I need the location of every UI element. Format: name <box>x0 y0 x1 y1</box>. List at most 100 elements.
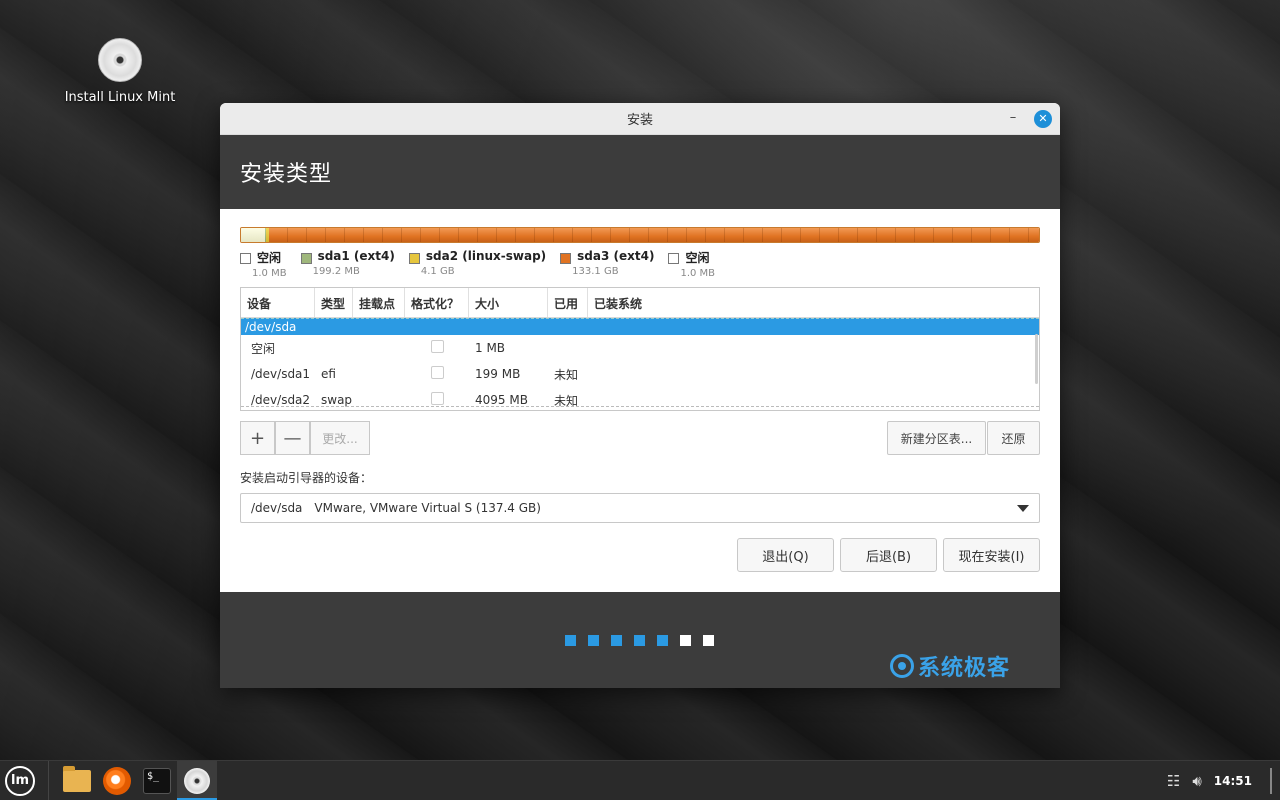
column-header-device[interactable]: 设备 <box>241 288 315 317</box>
firefox-launcher[interactable] <box>97 761 137 800</box>
network-icon[interactable]: ☷ <box>1167 772 1180 790</box>
watermark-text: 系统极客 <box>917 656 1010 681</box>
partition-bar-free <box>241 228 265 242</box>
column-header-format[interactable]: 格式化？ <box>405 288 469 317</box>
window-footer: 系统极客 <box>220 592 1060 688</box>
partition-table[interactable]: 设备 类型 挂载点 格式化？ 大小 已用 已装系统 /dev/sda 空闲 1 … <box>240 287 1040 411</box>
legend-swatch <box>668 253 680 264</box>
installer-window: 安装 – ✕ 安装类型 空闲 1.0 MB sda1 (ext4) 199.2 … <box>220 103 1060 688</box>
legend-size: 133.1 GB <box>572 266 619 277</box>
folder-icon <box>63 765 91 792</box>
cell-type: swap <box>321 393 353 407</box>
cell-format <box>405 340 469 356</box>
watermark-logo-icon <box>889 654 914 678</box>
cell-device: 空闲 <box>251 341 276 356</box>
table-row-disk-selected[interactable]: /dev/sda <box>241 318 1039 335</box>
format-checkbox[interactable] <box>431 366 444 379</box>
legend-size: 4.1 GB <box>420 266 455 277</box>
minimize-button[interactable]: – <box>1004 109 1022 127</box>
new-partition-table-button[interactable]: 新建分区表... <box>887 421 986 455</box>
progress-dot-pending <box>703 635 714 646</box>
bootloader-label: 安装启动引导器的设备： <box>240 471 373 485</box>
legend-swatch <box>560 253 572 264</box>
installer-task[interactable] <box>177 760 217 800</box>
disc-icon <box>98 38 142 82</box>
column-header-system[interactable]: 已装系统 <box>588 288 1039 317</box>
desktop-icon-label: Install Linux Mint <box>64 90 176 105</box>
legend-item: 空闲 1.0 MB <box>240 249 287 287</box>
table-scrollbar[interactable] <box>1035 334 1038 384</box>
column-header-size[interactable]: 大小 <box>469 288 548 317</box>
cell-size: 4095 MB <box>475 393 528 407</box>
disc-icon <box>184 767 210 794</box>
legend-name: sda3 (ext4) <box>577 249 655 263</box>
partition-legend: 空闲 1.0 MB sda1 (ext4) 199.2 MB sda2 (lin… <box>240 249 1040 287</box>
remove-partition-button[interactable]: — <box>275 421 310 455</box>
show-desktop-button[interactable] <box>1270 768 1272 794</box>
legend-name: 空闲 <box>685 251 710 265</box>
partition-bar <box>240 227 1040 243</box>
window-title: 安装 <box>626 113 653 128</box>
legend-size: 1.0 MB <box>680 268 716 279</box>
legend-name: 空闲 <box>257 251 282 265</box>
page-header: 安装类型 <box>220 135 1060 209</box>
column-header-type[interactable]: 类型 <box>315 288 353 317</box>
partition-toolbar: + — 更改... 新建分区表... 还原 <box>240 421 1040 455</box>
close-button[interactable]: ✕ <box>1034 110 1052 128</box>
cell-device: /dev/sda1 <box>251 367 311 381</box>
table-row[interactable]: /dev/sda1 efi 199 MB 未知 <box>241 361 1039 387</box>
menu-button[interactable]: lm <box>0 761 40 800</box>
progress-dot-done <box>611 635 622 646</box>
wizard-actions: 退出(Q) 后退(B) 现在安装(I) <box>731 538 1040 572</box>
revert-button[interactable]: 还原 <box>987 421 1040 455</box>
clock[interactable]: 14:51 <box>1214 774 1252 788</box>
table-header: 设备 类型 挂载点 格式化？ 大小 已用 已装系统 <box>241 288 1039 318</box>
table-row[interactable]: 空闲 1 MB <box>241 335 1039 361</box>
firefox-icon <box>103 766 131 795</box>
taskbar-separator <box>48 760 49 800</box>
quit-button[interactable]: 退出(Q) <box>737 538 834 572</box>
bootloader-device-select[interactable]: /dev/sda VMware, VMware Virtual S (137.4… <box>240 493 1040 523</box>
progress-dot-done <box>588 635 599 646</box>
page-title: 安装类型 <box>240 162 333 187</box>
legend-size: 1.0 MB <box>252 268 287 279</box>
watermark: 系统极客 <box>889 650 1010 682</box>
legend-name: sda1 (ext4) <box>317 249 395 263</box>
install-linux-mint-desktop-icon[interactable]: Install Linux Mint <box>62 38 178 105</box>
install-now-button[interactable]: 现在安装(I) <box>943 538 1040 572</box>
progress-dot-done <box>565 635 576 646</box>
legend-name: sda2 (linux-swap) <box>425 249 547 263</box>
format-checkbox[interactable] <box>431 340 444 353</box>
progress-dot-done <box>657 635 668 646</box>
legend-swatch <box>240 253 251 264</box>
bootloader-device-description: VMware, VMware Virtual S (137.4 GB) <box>314 501 541 515</box>
dropdown-arrow-icon <box>1017 505 1029 512</box>
disk-device: /dev/sda <box>245 319 297 334</box>
legend-size: 199.2 MB <box>312 266 360 277</box>
progress-dot-pending <box>680 635 691 646</box>
legend-item: sda1 (ext4) 199.2 MB <box>300 249 395 287</box>
volume-icon[interactable]: 🔊︎ <box>1192 772 1201 790</box>
column-header-mount[interactable]: 挂载点 <box>353 288 405 317</box>
cell-format <box>405 366 469 382</box>
format-checkbox[interactable] <box>431 392 444 405</box>
files-launcher[interactable] <box>57 761 97 800</box>
legend-item: sda3 (ext4) 133.1 GB <box>560 249 654 287</box>
bootloader-device: /dev/sda <box>251 501 303 515</box>
add-partition-button[interactable]: + <box>240 421 275 455</box>
back-button[interactable]: 后退(B) <box>840 538 937 572</box>
window-titlebar[interactable]: 安装 – ✕ <box>220 103 1060 135</box>
terminal-icon: $_ <box>143 767 171 794</box>
progress-dots <box>565 635 726 646</box>
main-content: 空闲 1.0 MB sda1 (ext4) 199.2 MB sda2 (lin… <box>220 209 1060 592</box>
change-partition-button[interactable]: 更改... <box>310 421 370 455</box>
cell-type: efi <box>321 367 336 381</box>
column-header-used[interactable]: 已用 <box>548 288 588 317</box>
table-bottom-edge <box>241 406 1039 410</box>
cell-size: 199 MB <box>475 367 521 381</box>
legend-swatch <box>408 253 420 264</box>
terminal-launcher[interactable]: $_ <box>137 761 177 800</box>
taskbar: lm $_ ☷ 🔊︎ 14:51 <box>0 760 1280 800</box>
partition-bar-sda3 <box>269 228 1039 242</box>
cell-device: /dev/sda2 <box>251 393 311 407</box>
